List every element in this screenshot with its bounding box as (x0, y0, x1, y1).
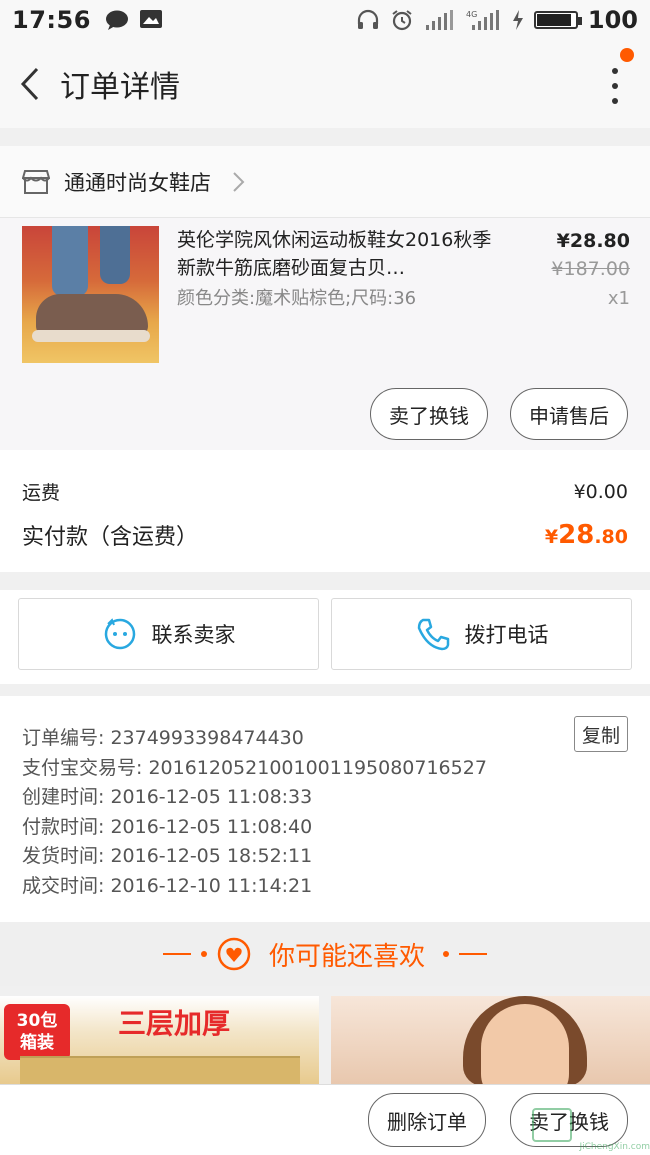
paid-time: 付款时间: 2016-12-05 11:08:40 (22, 815, 313, 838)
charging-icon (512, 10, 523, 30)
order-info: 订单编号: 2374993398474430 支付宝交易号: 201612052… (0, 696, 650, 922)
after-sale-button[interactable]: 申请售后 (510, 388, 628, 440)
created-time: 创建时间: 2016-12-05 11:08:33 (22, 786, 313, 808)
back-icon[interactable] (0, 40, 60, 128)
item-prices: ¥28.80 ¥187.00 x1 (551, 230, 630, 309)
shipping-label: 运费 (22, 482, 61, 504)
status-time: 17:56 (12, 6, 91, 34)
call-phone-button[interactable]: 拨打电话 (331, 598, 632, 670)
signal-icon (425, 10, 453, 30)
pack-badge: 30包 箱装 (4, 1004, 70, 1060)
copy-button[interactable]: 复制 (574, 716, 628, 752)
payment-summary: 运费 ¥0.00 实付款（含运费） ¥28.80 (0, 450, 650, 572)
headphones-icon (357, 9, 378, 29)
recommend-card[interactable] (331, 996, 650, 1086)
nav-bar: 订单详情 (0, 40, 650, 128)
shipping-row: 运费 ¥0.00 (22, 478, 628, 505)
item-quantity: x1 (607, 288, 630, 309)
page-title: 订单详情 (60, 70, 180, 105)
watermark-logo: JiChengXin.com (532, 1102, 650, 1152)
store-icon (22, 169, 50, 194)
promo-text: 三层加厚 (118, 1007, 231, 1040)
tissue-product-image (20, 1056, 300, 1086)
status-bar: 17:56 4G 100 (0, 0, 650, 40)
recommend-grid: 30包 箱装 三层加厚 (0, 996, 650, 1086)
item-actions: 卖了换钱 申请售后 (370, 388, 628, 440)
alarm-clock-icon (392, 10, 412, 31)
svg-text:4G: 4G (466, 10, 477, 19)
shop-header[interactable]: 通通时尚女鞋店 (0, 146, 650, 218)
chat-face-icon (104, 618, 135, 650)
shipped-time: 发货时间: 2016-12-05 18:52:11 (22, 845, 313, 867)
image-message-icon (139, 10, 162, 28)
4g-signal-icon: 4G (466, 10, 499, 30)
chat-bubble-icon (105, 10, 128, 30)
sell-button[interactable]: 卖了换钱 (370, 388, 488, 440)
product-image[interactable] (22, 226, 159, 363)
shop-name: 通通时尚女鞋店 (64, 170, 211, 195)
status-left-icons (105, 9, 163, 31)
contact-seller-label: 联系卖家 (151, 623, 236, 647)
contact-area: 联系卖家 拨打电话 (0, 590, 650, 684)
shipping-value: ¥0.00 (573, 480, 628, 503)
item-price: ¥28.80 (556, 230, 630, 252)
item-original-price: ¥187.00 (551, 258, 630, 280)
order-number: 订单编号: 2374993398474430 (22, 727, 304, 749)
alipay-trade-number: 支付宝交易号: 2016120521001001195080716527 (22, 756, 487, 779)
chevron-right-icon (233, 171, 245, 192)
delete-order-button[interactable]: 删除订单 (368, 1093, 486, 1147)
item-info: 英伦学院风休闲运动板鞋女2016秋季新款牛筋底磨砂面复古贝… 颜色分类:魔术贴棕… (177, 226, 497, 356)
recommend-card[interactable]: 30包 箱装 三层加厚 (0, 996, 319, 1086)
call-phone-label: 拨打电话 (464, 623, 549, 647)
battery-icon (533, 11, 582, 29)
total-row: 实付款（含运费） ¥28.80 (22, 519, 628, 551)
phone-icon (417, 618, 449, 651)
more-options-icon[interactable] (600, 64, 630, 108)
completed-time: 成交时间: 2016-12-10 11:14:21 (22, 874, 313, 897)
total-value: ¥28.80 (544, 520, 628, 550)
item-sku: 颜色分类:魔术贴棕色;尺码:36 (177, 288, 417, 309)
heart-icon (217, 937, 251, 971)
notification-dot (620, 48, 634, 62)
contact-seller-button[interactable]: 联系卖家 (18, 598, 319, 670)
recommend-title: 你可能还喜欢 (268, 941, 425, 972)
status-right-icons: 4G 100 (356, 6, 638, 34)
total-label: 实付款（含运费） (22, 525, 199, 550)
recommend-header: 你可能还喜欢 (0, 922, 650, 986)
shop-order-card: 通通时尚女鞋店 英伦学院风休闲运动板鞋女2016秋季新款牛筋底磨砂面复古贝… 颜… (0, 146, 650, 450)
item-title: 英伦学院风休闲运动板鞋女2016秋季新款牛筋底磨砂面复古贝… (177, 229, 492, 279)
battery-percent: 100 (587, 6, 638, 34)
order-item[interactable]: 英伦学院风休闲运动板鞋女2016秋季新款牛筋底磨砂面复古贝… 颜色分类:魔术贴棕… (0, 218, 650, 364)
